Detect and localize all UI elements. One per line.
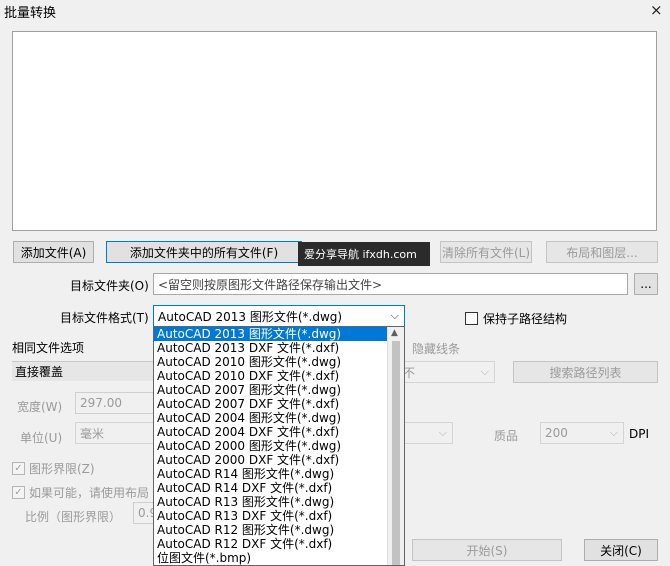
dpi-label: DPI (629, 427, 650, 441)
scroll-up-icon[interactable]: ▲ (391, 328, 398, 338)
ratio-label: 比例（图形界限） (25, 510, 122, 524)
format-option[interactable]: AutoCAD R12 DXF 文件(*.dxf) (154, 537, 388, 551)
format-option[interactable]: AutoCAD 2010 DXF 文件(*.dxf) (154, 369, 388, 383)
same-file-option-value[interactable]: 直接覆盖 (12, 361, 157, 381)
chevron-down-icon: ⌵ (609, 426, 618, 439)
close-window-icon[interactable]: × (650, 1, 663, 19)
add-file-button[interactable]: 添加文件(A) (13, 241, 94, 263)
target-folder-label: 目标文件夹(O) (70, 279, 149, 293)
hidden-line-label: 隐藏线条 (412, 342, 461, 356)
width-label: 宽度(W) (17, 400, 63, 414)
format-option[interactable]: AutoCAD 2007 DXF 文件(*.dxf) (154, 397, 388, 411)
format-option[interactable]: AutoCAD R13 DXF 文件(*.dxf) (154, 509, 388, 523)
watermark: 爱分享导航 ifxdh.com (298, 242, 430, 266)
chevron-down-icon: ⌵ (438, 426, 447, 439)
keep-subpath-checkbox[interactable]: 保持子路径结构 (465, 310, 567, 327)
chevron-down-icon: ⌵ (390, 309, 399, 322)
graphic-limits-checkbox[interactable]: ✓ 图形界限(Z) (12, 460, 95, 477)
check-icon: ✓ (12, 462, 25, 475)
target-folder-input[interactable]: <留空则按原图形文件路径保存输出文件> (153, 273, 628, 295)
use-layout-label: 如果可能，请使用布局 (29, 486, 150, 500)
target-format-value: AutoCAD 2013 图形文件(*.dwg) (158, 309, 343, 324)
add-folder-files-button[interactable]: 添加文件夹中的所有文件(F) (106, 241, 302, 263)
target-format-label: 目标文件格式(T) (60, 311, 149, 325)
width-input[interactable]: 297.00 (75, 392, 155, 414)
quality-label: 质品 (494, 429, 519, 443)
format-option[interactable]: AutoCAD 2007 图形文件(*.dwg) (154, 383, 388, 397)
format-option[interactable]: AutoCAD R13 图形文件(*.dwg) (154, 495, 388, 509)
format-option[interactable]: AutoCAD R14 图形文件(*.dwg) (154, 467, 388, 481)
file-list[interactable] (12, 31, 657, 231)
scrollbar-thumb[interactable] (392, 341, 400, 565)
close-button[interactable]: 关闭(C) (584, 539, 658, 561)
chevron-down-icon: ⌵ (480, 365, 489, 378)
unit-label: 单位(U) (20, 431, 63, 445)
dropdown-scrollbar[interactable]: ▲ (387, 327, 404, 565)
graphic-limits-label: 图形界限(Z) (29, 462, 95, 476)
raster-format-select[interactable]: ⌵ (398, 422, 453, 444)
unit-select[interactable]: 毫米 (75, 422, 155, 444)
clear-all-files-button[interactable]: 清除所有文件(L) (440, 241, 532, 263)
check-icon: ✓ (12, 486, 25, 499)
keep-subpath-label: 保持子路径结构 (483, 312, 568, 326)
browse-button[interactable]: ... (634, 273, 658, 295)
format-option[interactable]: AutoCAD 2013 图形文件(*.dwg) (154, 327, 388, 341)
search-path-list-button[interactable]: 搜索路径列表 (513, 361, 658, 383)
format-option[interactable]: AutoCAD 2013 DXF 文件(*.dxf) (154, 341, 388, 355)
window-title: 批量转换 (4, 6, 57, 21)
format-option[interactable]: AutoCAD R14 DXF 文件(*.dxf) (154, 481, 388, 495)
format-option[interactable]: AutoCAD 2010 图形文件(*.dwg) (154, 355, 388, 369)
hidden-line-select[interactable]: 不 ⌵ (398, 361, 495, 383)
format-option[interactable]: 位图文件(*.bmp) (154, 551, 388, 565)
format-option[interactable]: AutoCAD R12 图形文件(*.dwg) (154, 523, 388, 537)
format-options: AutoCAD 2013 图形文件(*.dwg) AutoCAD 2013 DXF… (154, 327, 388, 565)
unit-value: 毫米 (80, 426, 105, 441)
quality-select[interactable]: 200 ⌵ (540, 422, 624, 444)
format-option[interactable]: AutoCAD 2004 图形文件(*.dwg) (154, 411, 388, 425)
same-file-options-label: 相同文件选项 (12, 341, 85, 355)
target-format-select[interactable]: AutoCAD 2013 图形文件(*.dwg) ⌵ (153, 305, 405, 327)
format-option[interactable]: AutoCAD 2000 图形文件(*.dwg) (154, 439, 388, 453)
use-layout-checkbox[interactable]: ✓ 如果可能，请使用布局 (12, 484, 149, 501)
layouts-layers-button[interactable]: 布局和图层... (546, 241, 658, 263)
ratio-input[interactable]: 0.9 (133, 502, 155, 524)
format-option[interactable]: AutoCAD 2004 DXF 文件(*.dxf) (154, 425, 388, 439)
start-button[interactable]: 开始(S) (412, 539, 562, 561)
quality-value: 200 (545, 426, 568, 440)
format-option[interactable]: AutoCAD 2000 DXF 文件(*.dxf) (154, 453, 388, 467)
checkbox-box (465, 312, 478, 325)
format-dropdown-list[interactable]: AutoCAD 2013 图形文件(*.dwg) AutoCAD 2013 DXF… (153, 326, 405, 566)
